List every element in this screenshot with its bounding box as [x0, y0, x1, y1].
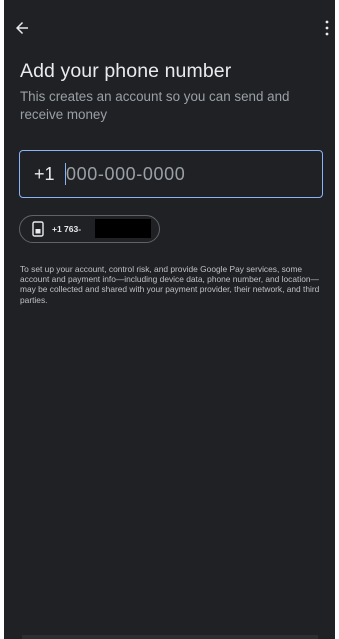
page-subtitle: This creates an account so you can send … — [20, 89, 290, 122]
privacy-disclaimer: To set up your account, control risk, an… — [20, 264, 320, 305]
back-button[interactable] — [10, 16, 34, 40]
phone-number-input[interactable] — [66, 163, 287, 185]
bottom-edge — [22, 635, 318, 639]
suggested-phone-number: +1 763- — [52, 224, 82, 234]
country-code: +1 — [34, 163, 55, 184]
arrow-back-icon — [16, 22, 28, 34]
phone-suggestion-chip[interactable]: +1 763- — [19, 215, 160, 243]
more-options-button[interactable] — [319, 16, 335, 40]
phone-number-field[interactable]: +1 — [19, 150, 323, 198]
more-vert-icon — [325, 20, 329, 36]
page-title: Add your phone number — [20, 60, 232, 82]
top-app-bar — [4, 0, 335, 56]
redaction-block — [95, 219, 151, 238]
sim-card-icon — [30, 221, 46, 237]
app-screen: Add your phone number This creates an ac… — [4, 0, 335, 639]
